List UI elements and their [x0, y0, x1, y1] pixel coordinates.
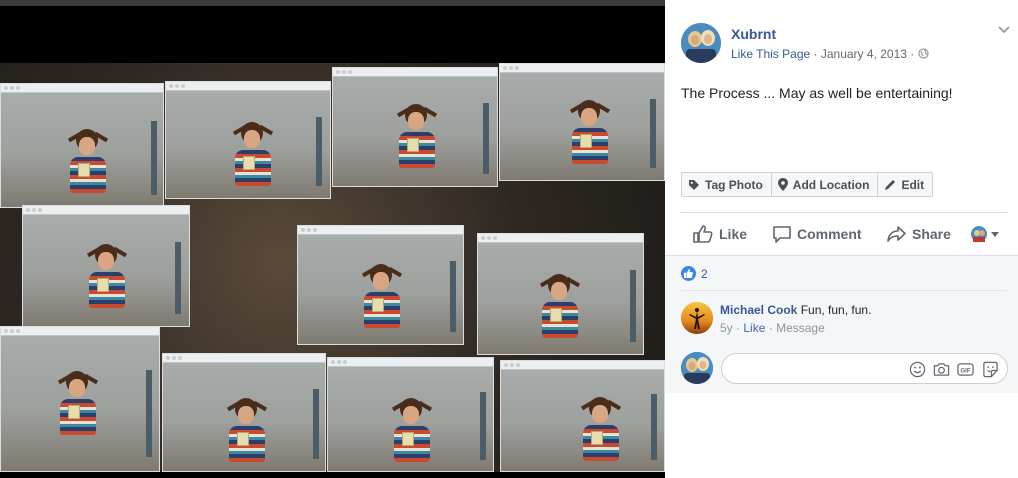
- share-arrow-icon: [887, 226, 906, 242]
- meta-separator: ·: [768, 321, 773, 335]
- like-this-page-link[interactable]: Like This Page: [731, 47, 810, 61]
- like-button[interactable]: Like: [693, 219, 747, 249]
- comment-bubble-icon: [773, 225, 791, 243]
- caret-down-icon: [991, 231, 999, 237]
- edit-label: Edit: [901, 177, 925, 192]
- svg-text:GIF: GIF: [960, 367, 970, 374]
- post-meta: Like This Page · January 4, 2013 ·: [731, 47, 929, 61]
- comment-message: Fun, fun, fun.: [800, 303, 872, 317]
- divider: [681, 290, 1007, 291]
- collage-frame: [477, 233, 644, 355]
- camera-icon[interactable]: [933, 361, 950, 378]
- gif-icon[interactable]: GIF: [957, 361, 974, 378]
- like-count: 2: [701, 266, 708, 281]
- commenter-avatar[interactable]: [681, 302, 713, 334]
- add-location-button[interactable]: Add Location: [771, 172, 879, 197]
- photo-viewer[interactable]: [0, 0, 665, 478]
- add-location-label: Add Location: [792, 177, 870, 192]
- divider: [681, 212, 1007, 213]
- collage-frame: [500, 360, 665, 472]
- like-reaction-icon: [681, 266, 696, 281]
- globe-icon[interactable]: [917, 48, 929, 59]
- comment-button[interactable]: Comment: [773, 219, 862, 249]
- sticker-icon[interactable]: [982, 361, 999, 378]
- comment-text: Michael Cook Fun, fun, fun.: [720, 303, 871, 317]
- tag-photo-label: Tag Photo: [705, 177, 763, 192]
- thumbs-up-icon: [693, 225, 713, 243]
- tag-photo-button[interactable]: Tag Photo: [681, 172, 772, 197]
- write-comment-box[interactable]: GIF: [721, 353, 1008, 384]
- emoji-icon[interactable]: [909, 361, 926, 378]
- collage-frame: [165, 81, 331, 199]
- current-user-avatar: [681, 352, 713, 384]
- collage-frame: [0, 326, 160, 472]
- meta-separator: ·: [910, 47, 915, 61]
- comment-meta: 5y · Like · Message: [720, 321, 825, 335]
- chevron-down-icon[interactable]: [998, 25, 1010, 35]
- reaction-bar: Like Comment Share: [681, 219, 1007, 249]
- comment-input[interactable]: [734, 360, 904, 378]
- collage-frame: [22, 205, 190, 327]
- comment-like-link[interactable]: Like: [743, 321, 765, 335]
- commenter-name-link[interactable]: Michael Cook: [720, 303, 797, 317]
- edit-button[interactable]: Edit: [878, 172, 934, 197]
- collage-frame: [332, 67, 498, 187]
- collage-frame: [499, 63, 665, 181]
- post-caption: The Process ... May as well be entertain…: [681, 85, 953, 101]
- photo-action-bar: Tag Photo Add Location Edit: [681, 172, 934, 197]
- meta-separator: ·: [813, 47, 818, 61]
- meta-separator: ·: [736, 321, 741, 335]
- comment-label: Comment: [797, 226, 862, 242]
- share-label: Share: [912, 226, 951, 242]
- collage-frame: [297, 225, 464, 345]
- post-date-link[interactable]: January 4, 2013: [821, 47, 907, 61]
- page-name-link[interactable]: Xubrnt: [731, 26, 776, 42]
- collage-frame: [162, 353, 326, 472]
- viewer-top-edge: [0, 0, 665, 6]
- tag-icon: [689, 179, 699, 190]
- location-pin-icon: [777, 178, 788, 191]
- post-as-selector[interactable]: [971, 219, 999, 249]
- page-avatar[interactable]: [681, 23, 721, 63]
- collage-frame: [0, 83, 164, 208]
- photo-collage[interactable]: [0, 63, 665, 472]
- comment-message-link[interactable]: Message: [776, 321, 825, 335]
- share-button[interactable]: Share: [887, 219, 951, 249]
- comment-age[interactable]: 5y: [720, 321, 733, 335]
- like-label: Like: [719, 226, 748, 242]
- profile-avatar-icon: [971, 226, 987, 242]
- like-summary[interactable]: 2: [681, 266, 708, 281]
- pencil-icon: [885, 179, 896, 190]
- collage-frame: [327, 357, 494, 472]
